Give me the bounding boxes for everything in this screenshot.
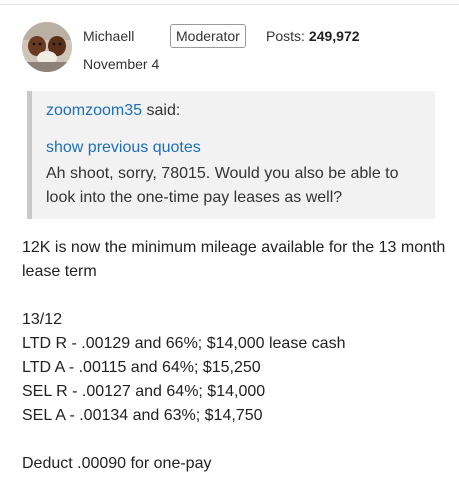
- quote-text: Ah shoot, sorry, 78015. Would you also b…: [46, 165, 399, 206]
- role-badge: Moderator: [170, 24, 246, 48]
- show-previous-quotes-link[interactable]: show previous quotes: [46, 139, 201, 157]
- post-body: 12K is now the minimum mileage available…: [22, 236, 452, 476]
- username-link[interactable]: Michaell: [83, 28, 134, 44]
- lease-line: LTD A - .00115 and 64%; $15,250: [22, 359, 261, 376]
- avatar-dogs-icon: [22, 22, 72, 72]
- post-count: Posts: 249,972: [266, 28, 360, 44]
- quote-said-label: said:: [146, 102, 181, 119]
- post-footer-text: Deduct .00090 for one-pay: [22, 455, 212, 472]
- lease-line: 13/12: [22, 311, 63, 328]
- post-header: Michaell Moderator Posts: 249,972 Novembe…: [22, 22, 449, 78]
- post-intro-text: 12K is now the minimum mileage available…: [22, 239, 446, 280]
- quote-header: zoomzoom35 said:: [46, 102, 180, 120]
- quote-author-link[interactable]: zoomzoom35: [46, 102, 142, 119]
- lease-line: SEL R - .00127 and 64%; $14,000: [22, 383, 266, 400]
- post-date[interactable]: November 4: [83, 56, 159, 72]
- avatar[interactable]: [22, 22, 72, 72]
- lease-line: SEL A - .00134 and 63%; $14,750: [22, 407, 263, 424]
- posts-count-value: 249,972: [308, 28, 360, 44]
- top-divider: [0, 4, 459, 5]
- quote-block: zoomzoom35 said: show previous quotes Ah…: [27, 91, 435, 219]
- lease-line: LTD R - .00129 and 66%; $14,000 lease ca…: [22, 335, 346, 352]
- posts-label: Posts:: [266, 28, 305, 44]
